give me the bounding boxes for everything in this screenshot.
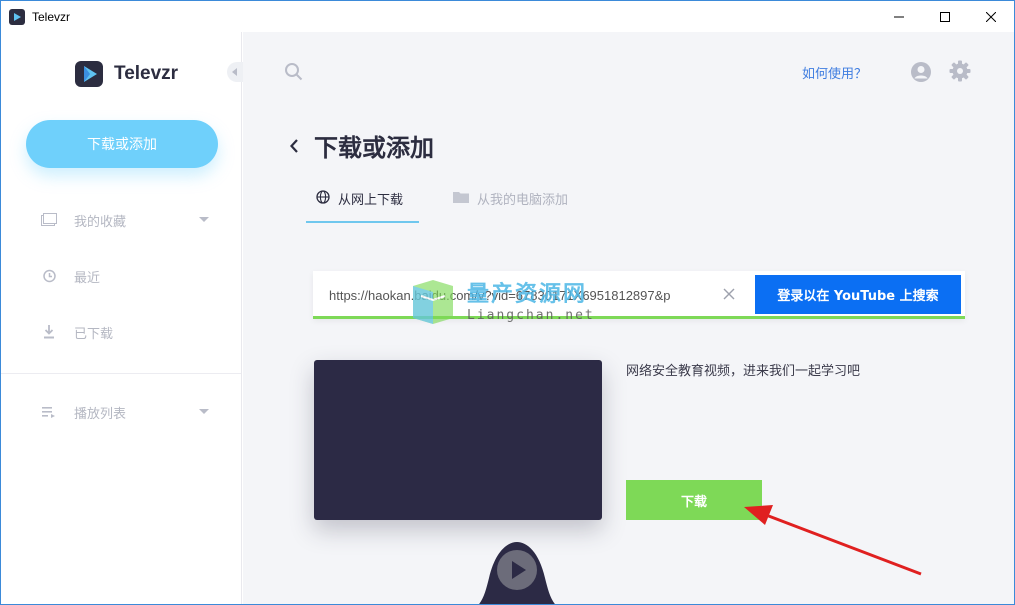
minimize-icon (894, 16, 904, 17)
page-header: 下载或添加 (289, 128, 434, 163)
user-account-icon[interactable] (910, 61, 932, 83)
sidebar-item-label: 最近 (74, 270, 101, 286)
tab-label: 从我的电脑添加 (477, 193, 569, 208)
download-or-add-button[interactable]: 下载或添加 (26, 120, 218, 168)
televzr-logo-icon (75, 61, 103, 87)
app-window: Televzr Televzr 下载或添加 我的收藏 最近 已下载 播放列表 如… (0, 0, 1015, 605)
chevron-down-icon (199, 217, 209, 222)
playlist-icon (41, 404, 57, 420)
chevron-down-icon (199, 409, 209, 414)
maximize-button[interactable] (922, 1, 968, 32)
folder-icon (453, 192, 469, 203)
search-icon[interactable] (284, 62, 304, 82)
history-icon (41, 268, 57, 284)
player-dock (479, 542, 555, 604)
globe-icon (316, 190, 330, 204)
sidebar-item-recent[interactable]: 最近 (41, 264, 221, 288)
tab-add-from-computer[interactable]: 从我的电脑添加 (453, 189, 568, 223)
sidebar-item-label: 已下载 (74, 326, 114, 342)
watermark-text: 量产资源网 (467, 282, 588, 307)
watermark-logo-icon (413, 280, 453, 324)
sidebar-item-label: 我的收藏 (74, 214, 127, 230)
minimize-button[interactable] (876, 1, 922, 32)
sidebar-divider (1, 373, 241, 374)
app-logo-icon (9, 8, 25, 25)
close-button[interactable] (968, 1, 1014, 32)
watermark-url: Liangchan.net (467, 308, 595, 323)
play-button-icon[interactable] (497, 550, 537, 590)
back-chevron-icon[interactable] (289, 138, 299, 154)
chevron-left-icon (232, 68, 237, 76)
watermark: 量产资源网 Liangchan.net (407, 276, 595, 328)
sidebar-item-favorites[interactable]: 我的收藏 (41, 208, 221, 232)
sidebar: Televzr 下载或添加 我的收藏 最近 已下载 播放列表 (1, 32, 243, 604)
clear-input-icon[interactable] (723, 288, 735, 300)
sidebar-item-downloaded[interactable]: 已下载 (41, 320, 221, 344)
download-button[interactable]: 下载 (626, 480, 762, 520)
brand: Televzr (73, 58, 178, 90)
folder-icon (41, 212, 57, 228)
brand-name: Televzr (114, 63, 179, 84)
how-to-use-link[interactable]: 如何使用？ (802, 63, 867, 82)
close-icon (986, 11, 996, 22)
youtube-search-login-button[interactable]: 登录以在 YouTube 上搜索 (755, 275, 961, 314)
tab-download-from-web[interactable]: 从网上下载 (306, 189, 419, 223)
sidebar-item-playlists[interactable]: 播放列表 (41, 400, 221, 424)
settings-gear-icon[interactable] (949, 60, 971, 82)
video-thumbnail[interactable] (314, 360, 602, 520)
maximize-icon (940, 11, 950, 22)
tab-label: 从网上下载 (338, 193, 404, 208)
page-title: 下载或添加 (314, 134, 434, 162)
window-title: Televzr (32, 9, 71, 24)
video-title: 网络安全教育视频，进来我们一起学习吧 (626, 364, 861, 379)
sidebar-collapse-toggle[interactable] (227, 62, 243, 82)
main-content: 如何使用？ 下载或添加 从网上下载 从我的电脑添加 https://haokan… (243, 32, 1014, 604)
download-icon (41, 324, 57, 340)
title-bar: Televzr (1, 1, 1014, 32)
sidebar-item-label: 播放列表 (74, 406, 127, 422)
